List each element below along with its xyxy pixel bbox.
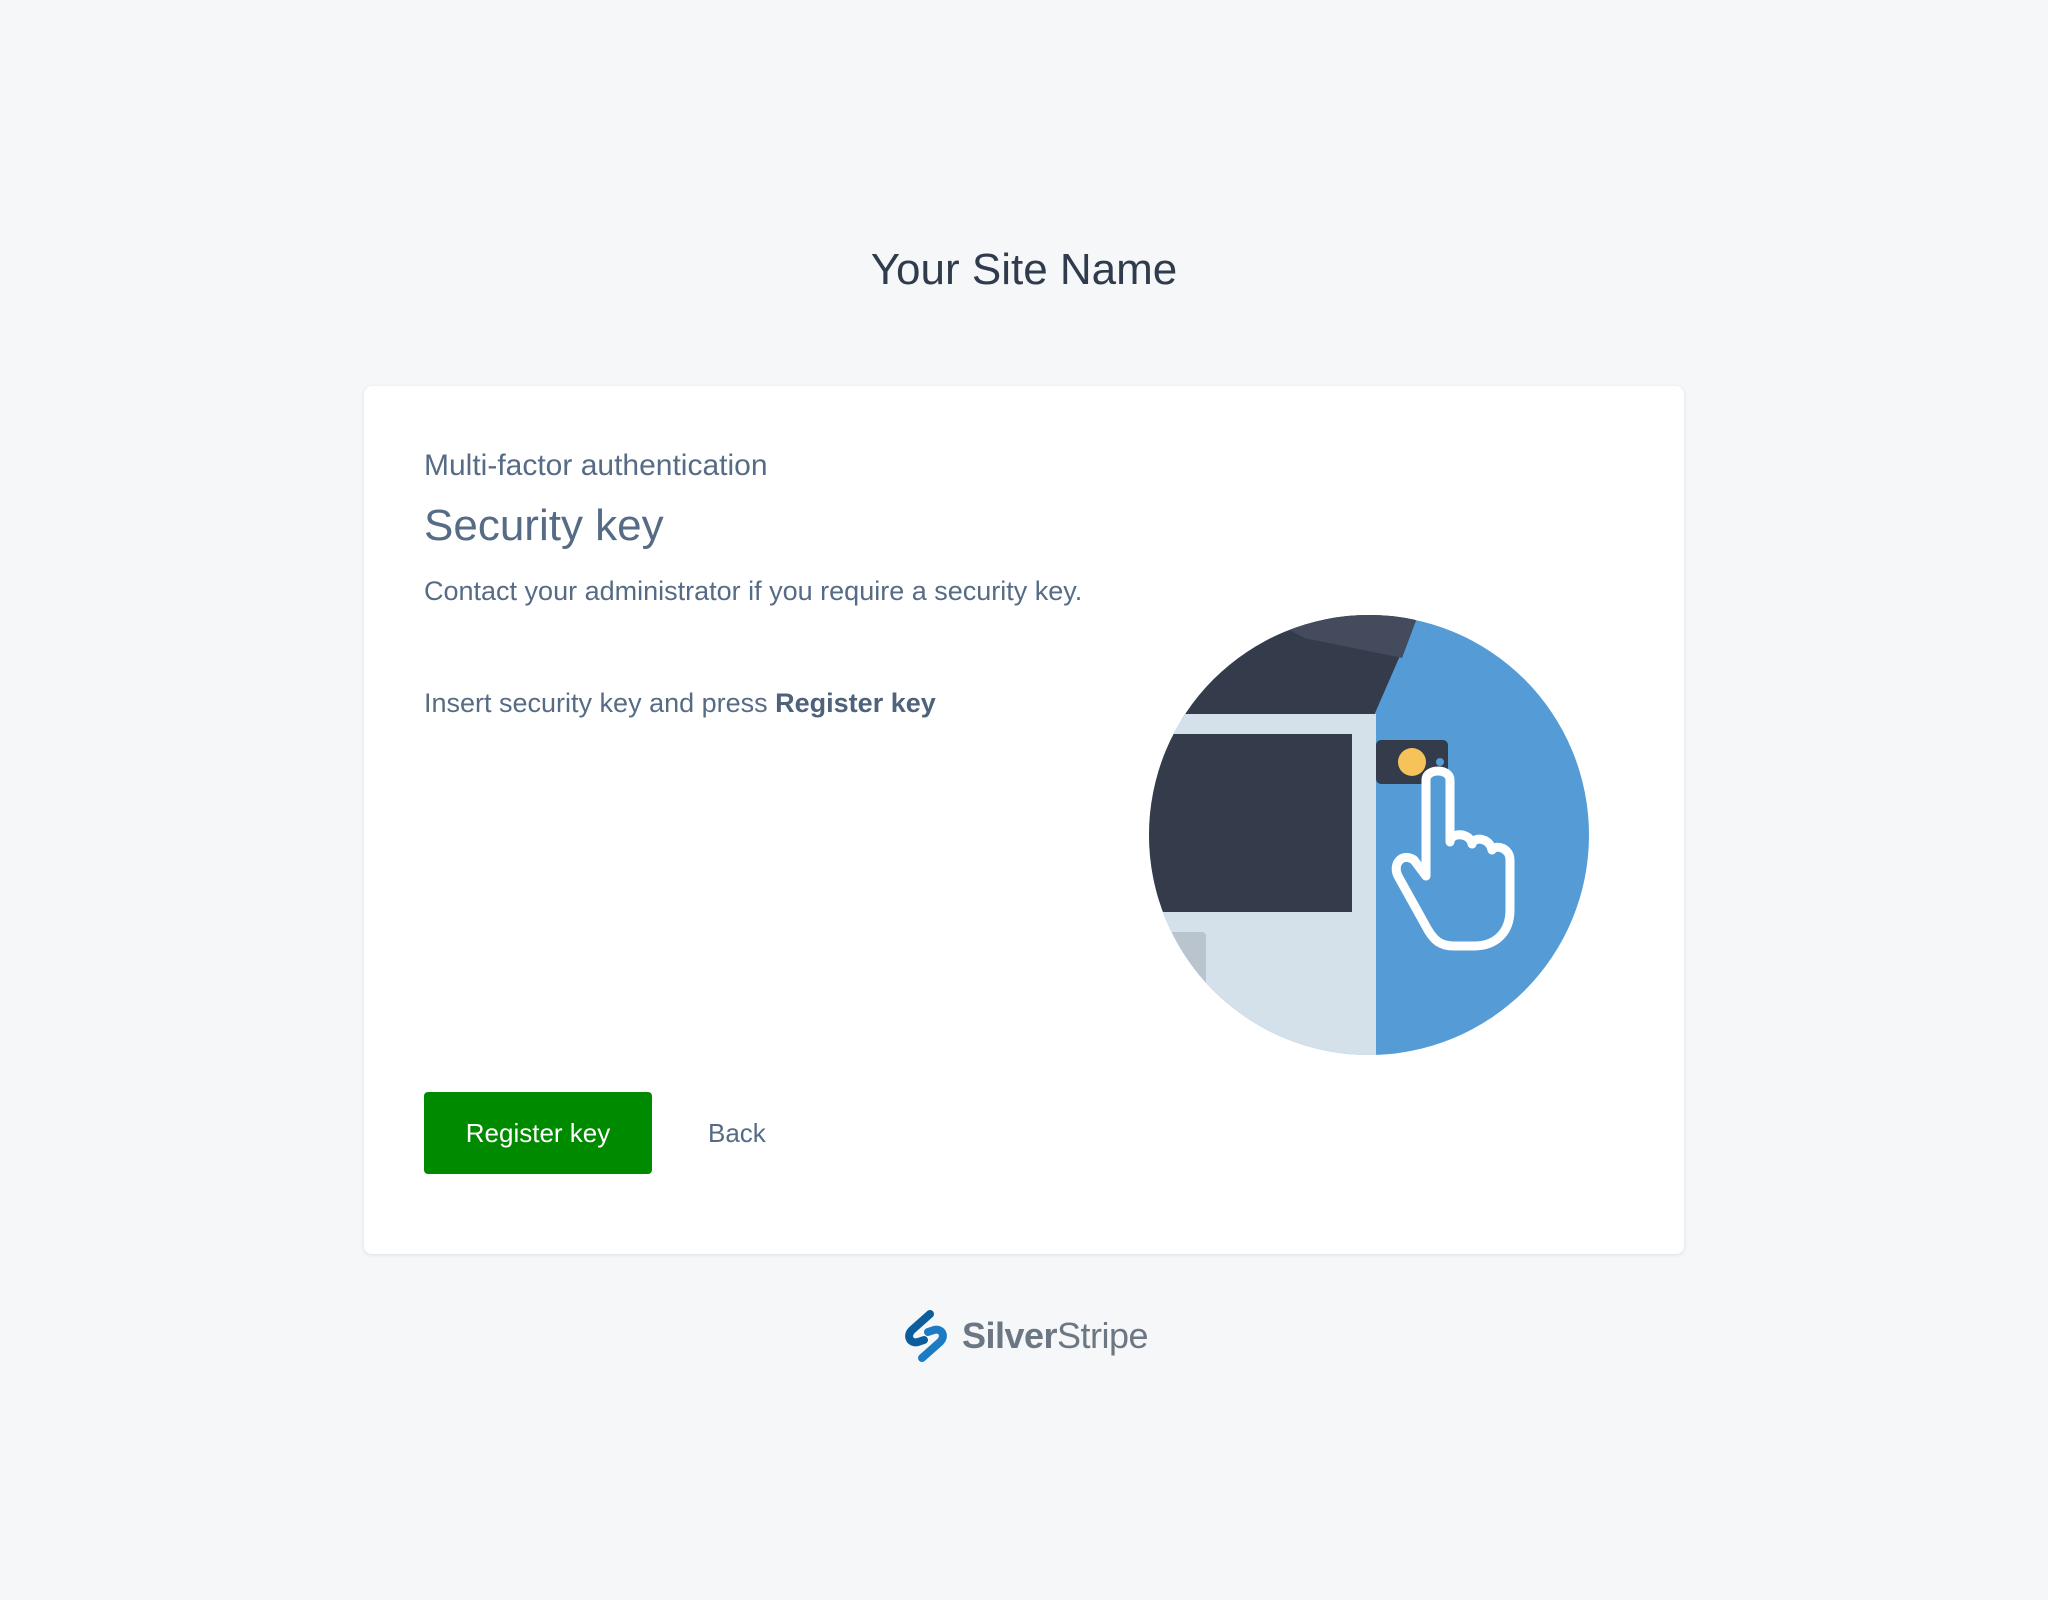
instruction-text: Insert security key and press	[424, 688, 776, 718]
instruction-bold: Register key	[775, 688, 936, 718]
register-key-button[interactable]: Register key	[424, 1092, 652, 1174]
logo-text-bold: Silver	[961, 1315, 1058, 1356]
footer-logo: SilverStripe	[0, 1310, 2048, 1362]
card-instruction: Insert security key and press Register k…	[424, 682, 1124, 724]
back-button[interactable]: Back	[684, 1092, 790, 1174]
card-description: Contact your administrator if you requir…	[424, 576, 1083, 606]
silverstripe-logo-icon	[905, 1310, 947, 1362]
logo-text: SilverStripe	[961, 1315, 1149, 1357]
logo-text-light: Stripe	[1057, 1315, 1149, 1356]
security-key-illustration	[1144, 610, 1594, 1060]
card-title: Security key	[424, 501, 664, 550]
page: Your Site Name Multi-factor authenticati…	[0, 0, 2048, 1600]
site-name: Your Site Name	[870, 245, 1178, 294]
card-subtitle: Multi-factor authentication	[424, 449, 768, 482]
mfa-card: Multi-factor authentication Security key…	[364, 386, 1684, 1254]
